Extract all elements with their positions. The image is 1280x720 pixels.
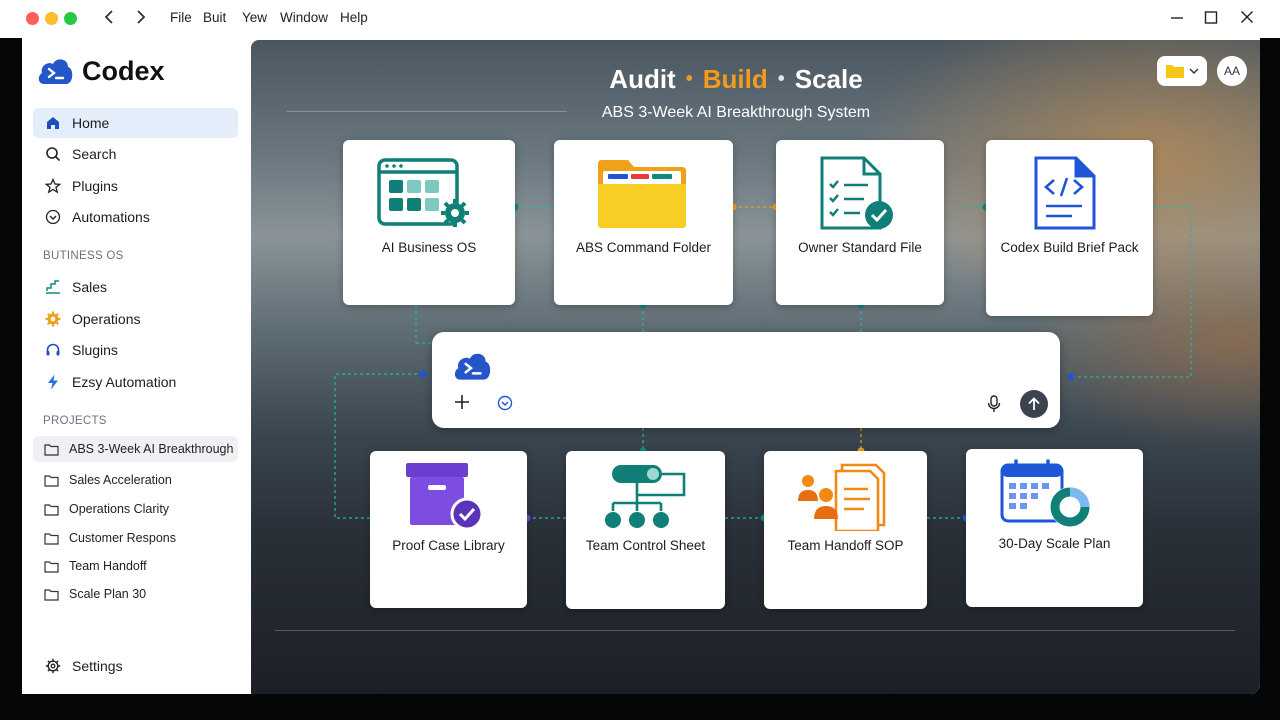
dashboard-gear-icon — [377, 158, 469, 227]
card-label: Codex Build Brief Pack — [1000, 240, 1139, 255]
nav-ezsy-automation[interactable]: Ezsy Automation — [33, 367, 238, 397]
nav-home-label: Home — [72, 115, 110, 131]
prompt-box[interactable] — [432, 332, 1060, 428]
project-sales-acceleration[interactable]: Sales Acceleration — [33, 467, 238, 493]
card-ai-business-os[interactable]: AI Business OS — [343, 140, 515, 305]
close-icon[interactable] — [1240, 9, 1254, 30]
card-proof-case-library[interactable]: Proof Case Library — [370, 451, 527, 608]
card-team-control-sheet[interactable]: Team Control Sheet — [566, 451, 725, 609]
nav-plugins[interactable]: Plugins — [33, 171, 238, 201]
people-documents-icon — [798, 463, 886, 531]
project-operations-clarity[interactable]: Operations Clarity — [33, 496, 238, 522]
arrow-up-icon — [1028, 397, 1040, 410]
automation-icon — [44, 209, 62, 225]
app-name: Codex — [82, 55, 165, 86]
nav-search[interactable]: Search — [33, 139, 238, 169]
forward-arrow-icon[interactable] — [135, 9, 147, 30]
codex-logo-icon — [38, 59, 73, 84]
folder-outline-icon — [43, 474, 59, 487]
card-label: Team Handoff SOP — [787, 538, 904, 553]
menu-file[interactable]: File — [170, 10, 192, 25]
menu-buit[interactable]: Buit — [203, 10, 226, 25]
card-codex-build-brief-pack[interactable]: Codex Build Brief Pack — [986, 140, 1153, 316]
main-canvas: Audit • Build • Scale ABS 3-Week AI Breakthr… — [251, 40, 1260, 694]
menu-yew[interactable]: Yew — [242, 10, 267, 25]
nav-slugins[interactable]: Slugins — [33, 335, 238, 365]
nav-sales-label: Sales — [72, 279, 108, 295]
add-icon[interactable] — [454, 394, 470, 415]
project-scale-plan-30[interactable]: Scale Plan 30 — [33, 581, 238, 607]
card-30-day-scale-plan[interactable]: 30-Day Scale Plan — [966, 449, 1143, 607]
folder-outline-icon — [43, 503, 59, 516]
maximize-icon[interactable] — [1204, 9, 1218, 30]
org-chart-toggle-icon — [605, 465, 686, 528]
nav-home[interactable]: Home — [33, 108, 238, 138]
nav-slugins-label: Slugins — [72, 342, 118, 358]
card-label: 30-Day Scale Plan — [998, 536, 1111, 551]
home-icon — [44, 115, 62, 131]
search-icon — [44, 146, 62, 162]
folder-outline-icon — [43, 532, 59, 545]
card-label: AI Business OS — [381, 240, 477, 255]
card-label: ABS Command Folder — [575, 240, 712, 255]
project-team-handoff[interactable]: Team Handoff — [33, 553, 238, 579]
section-business-os: BUTINESS OS — [43, 250, 124, 262]
nav-settings[interactable]: Settings — [33, 651, 238, 681]
card-label: Team Control Sheet — [585, 538, 706, 553]
zoom-window-dot[interactable] — [64, 12, 77, 25]
project-label: Customer Respons — [69, 531, 176, 545]
checklist-document-icon — [820, 156, 893, 230]
nav-search-label: Search — [72, 146, 117, 162]
chart-line-icon — [44, 279, 62, 295]
nav-settings-label: Settings — [72, 658, 123, 674]
nav-plugins-label: Plugins — [72, 178, 118, 194]
folder-outline-icon — [43, 443, 59, 456]
close-window-dot[interactable] — [26, 12, 39, 25]
folder-outline-icon — [43, 560, 59, 573]
code-document-icon — [1034, 156, 1096, 230]
project-label: Team Handoff — [69, 559, 147, 573]
card-team-handoff-sop[interactable]: Team Handoff SOP — [764, 451, 927, 609]
lightning-icon — [44, 374, 62, 390]
codex-logo-icon — [454, 353, 491, 380]
microphone-icon[interactable] — [987, 395, 1001, 418]
project-abs-3-week[interactable]: ABS 3-Week AI Breakthrough — [33, 436, 238, 462]
send-button[interactable] — [1020, 390, 1048, 418]
headset-icon — [44, 342, 62, 358]
project-label: Scale Plan 30 — [69, 587, 147, 601]
project-label: Operations Clarity — [69, 502, 170, 516]
folder-icon — [598, 160, 686, 228]
project-label: ABS 3-Week AI Breakthrough — [69, 442, 234, 456]
sidebar: Codex Home Search Plugins Automations BU… — [22, 40, 251, 694]
gear-icon — [44, 311, 62, 327]
card-label: Proof Case Library — [392, 538, 505, 553]
nav-sales[interactable]: Sales — [33, 272, 238, 302]
menu-window[interactable]: Window — [280, 10, 328, 25]
section-projects: PROJECTS — [43, 415, 107, 427]
minimize-window-dot[interactable] — [45, 12, 58, 25]
nav-operations-label: Operations — [72, 311, 141, 327]
app-logo: Codex — [36, 54, 165, 88]
title-bar: File Buit Yew Window Help — [0, 0, 1280, 38]
nav-ezsy-automation-label: Ezsy Automation — [72, 374, 177, 390]
settings-gear-icon — [44, 658, 62, 674]
project-label: Sales Acceleration — [69, 473, 172, 487]
menu-help[interactable]: Help — [340, 10, 368, 25]
card-label: Owner Standard File — [798, 240, 922, 255]
minimize-icon[interactable] — [1170, 9, 1184, 30]
card-owner-standard-file[interactable]: Owner Standard File — [776, 140, 944, 305]
archive-box-check-icon — [406, 463, 484, 531]
folder-outline-icon — [43, 588, 59, 601]
star-icon — [44, 178, 62, 194]
nav-automations-label: Automations — [72, 209, 150, 225]
nav-operations[interactable]: Operations — [33, 304, 238, 334]
calendar-donut-icon — [1000, 459, 1090, 527]
nav-automations[interactable]: Automations — [33, 202, 238, 232]
back-arrow-icon[interactable] — [103, 9, 115, 30]
options-chevron-icon[interactable] — [497, 395, 513, 416]
project-customer-respons[interactable]: Customer Respons — [33, 525, 238, 551]
card-abs-command-folder[interactable]: ABS Command Folder — [554, 140, 733, 305]
